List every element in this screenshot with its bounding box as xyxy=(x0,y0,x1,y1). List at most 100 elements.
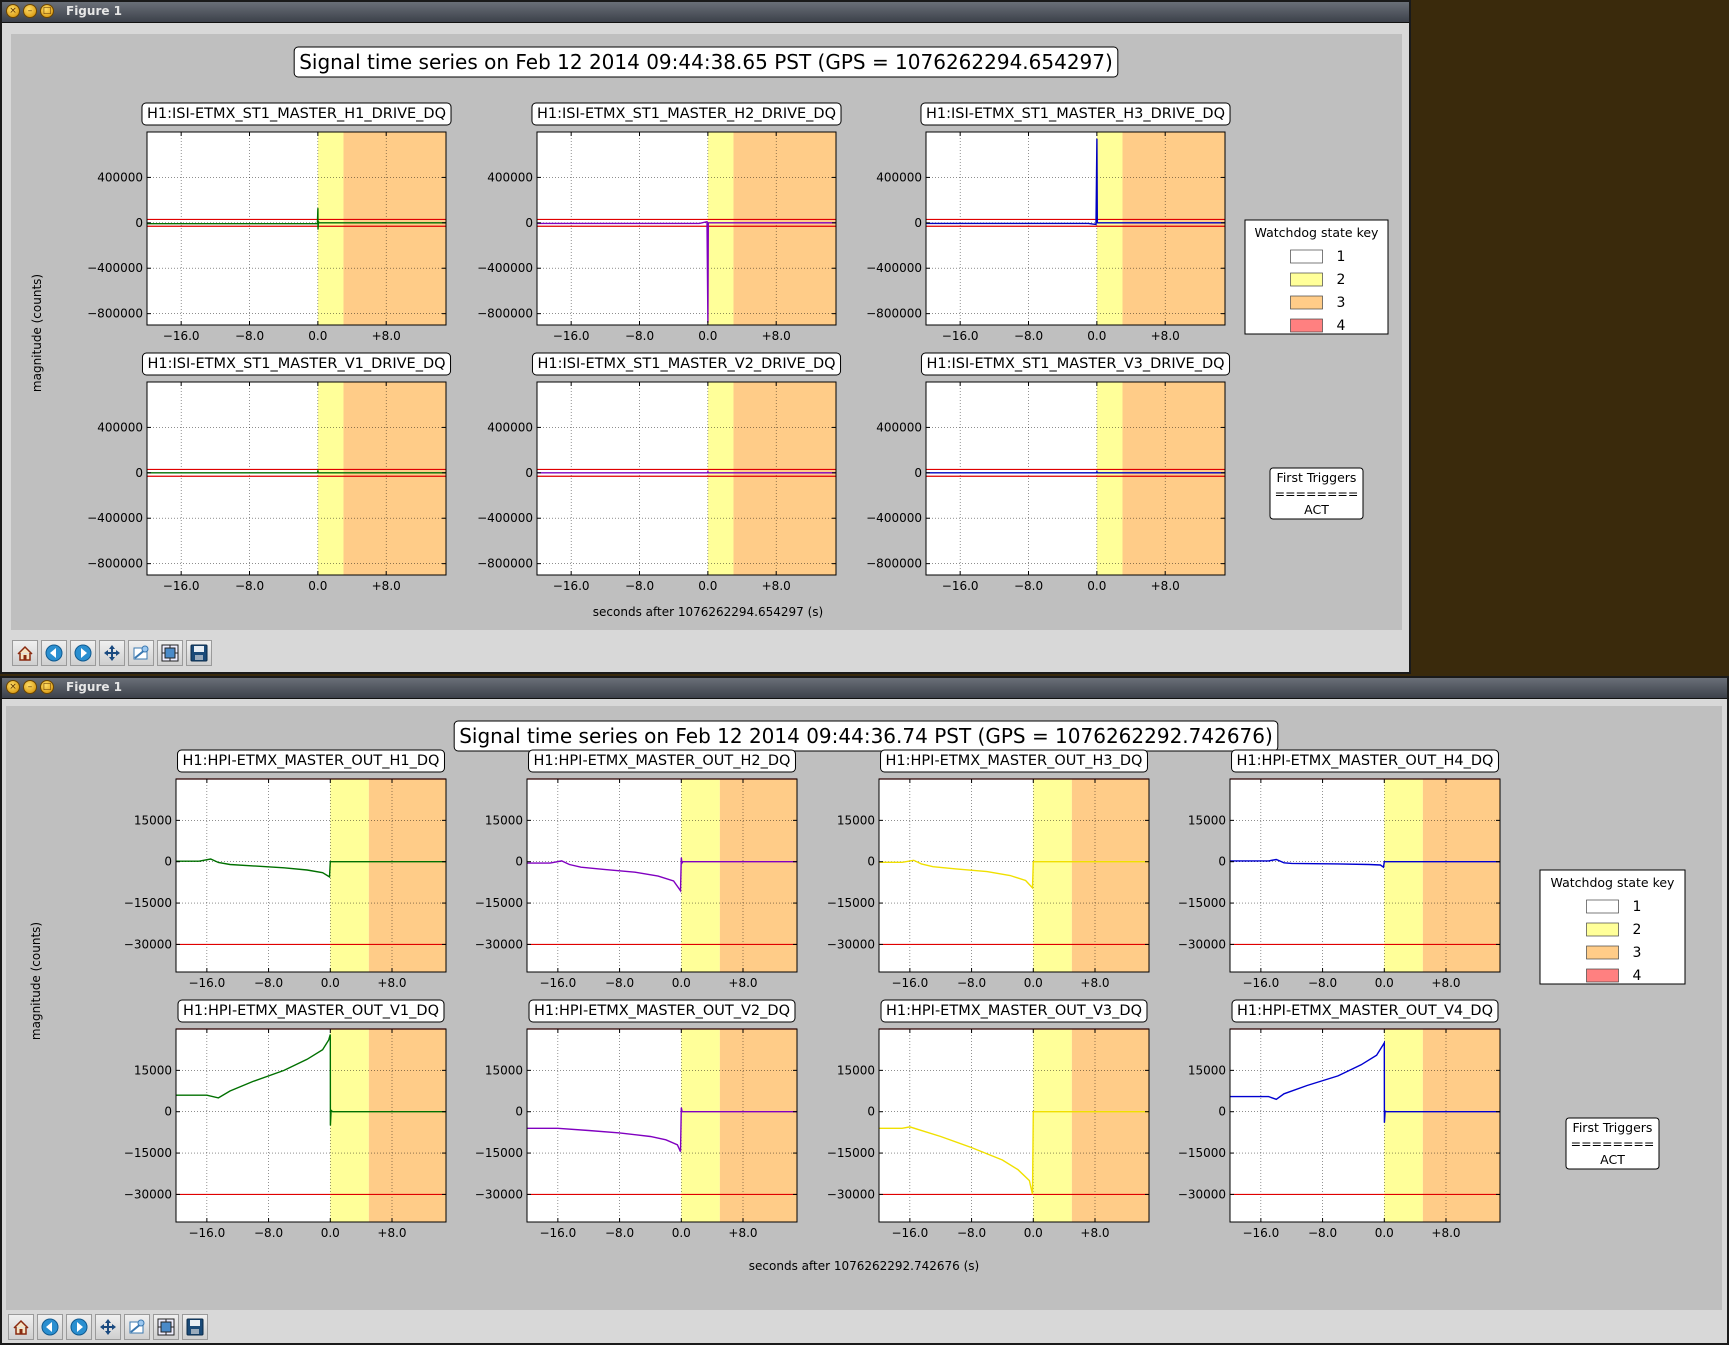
y-tick-label: 0 xyxy=(515,1105,523,1119)
forward-button[interactable] xyxy=(70,640,96,666)
x-tick-label: +8.0 xyxy=(1080,1226,1109,1240)
subplot-title-group: H1:ISI-ETMX_ST1_MASTER_V3_DRIVE_DQ xyxy=(920,352,1231,376)
y-tick-label: 400000 xyxy=(876,420,922,434)
y-tick-label: 15000 xyxy=(837,1063,875,1077)
x-tick-label: −16.0 xyxy=(891,976,928,990)
window-titlebar[interactable]: × – □ Figure 1 xyxy=(2,678,1727,699)
y-tick-label: 0 xyxy=(164,1105,172,1119)
triggers-value: ACT xyxy=(1600,1152,1625,1167)
subplot: −16.0 −8.0 0.0 +8.0 15000 0 −15000 −30000 H1:HPI… xyxy=(827,749,1150,990)
x-tick-label: +8.0 xyxy=(377,976,406,990)
legend-label: 3 xyxy=(1337,295,1346,311)
x-tick-label: 0.0 xyxy=(321,976,340,990)
legend: Watchdog state key 1 2 3 4 xyxy=(1244,219,1389,335)
subplot-title: H1:HPI-ETMX_MASTER_OUT_V2_DQ xyxy=(534,1003,790,1019)
x-tick-label: 0.0 xyxy=(672,976,691,990)
save-button[interactable] xyxy=(182,1314,208,1340)
configure-subplots-button[interactable] xyxy=(157,640,183,666)
y-tick-label: 0 xyxy=(1218,855,1226,869)
minimize-icon[interactable]: – xyxy=(23,680,37,694)
figure-title: Signal time series on Feb 12 2014 09:44:… xyxy=(459,724,1273,748)
y-tick-label: 0 xyxy=(914,216,922,230)
figure-canvas[interactable]: Signal time series on Feb 12 2014 09:44:… xyxy=(11,34,1402,630)
y-tick-label: 0 xyxy=(135,466,143,480)
subplot: −16.0 −8.0 0.0 +8.0 15000 0 −15000 −30000 H1:HPI… xyxy=(124,999,447,1240)
state-band-2 xyxy=(707,382,734,575)
save-button[interactable] xyxy=(186,640,212,666)
y-tick-label: 0 xyxy=(525,466,533,480)
close-icon[interactable]: × xyxy=(6,680,20,694)
figure-window-2: × – □ Figure 1 Signal time series on Feb… xyxy=(0,676,1729,1345)
zoom-button[interactable] xyxy=(128,640,154,666)
x-tick-label: +8.0 xyxy=(1151,579,1180,593)
state-band-2 xyxy=(1096,382,1123,575)
y-tick-label: 15000 xyxy=(837,813,875,827)
back-icon xyxy=(45,644,63,662)
close-icon[interactable]: × xyxy=(6,4,20,18)
y-tick-label: −30000 xyxy=(475,1187,523,1201)
subplot: −16.0 −8.0 0.0 +8.0 400000 0 −400000 −800000 H1:… xyxy=(477,102,842,343)
figure-canvas[interactable]: Signal time series on Feb 12 2014 09:44:… xyxy=(6,706,1722,1310)
subplot-title-group: H1:HPI-ETMX_MASTER_OUT_H2_DQ xyxy=(528,749,796,773)
y-tick-label: 0 xyxy=(1218,1105,1226,1119)
x-axis-label: seconds after 1076262292.742676 (s) xyxy=(749,1259,979,1273)
forward-button[interactable] xyxy=(66,1314,92,1340)
y-tick-label: 15000 xyxy=(134,813,172,827)
y-tick-label: 15000 xyxy=(485,1063,523,1077)
home-button[interactable] xyxy=(12,640,38,666)
y-axis-label: magnitude (counts) xyxy=(30,274,44,392)
maximize-icon[interactable]: □ xyxy=(40,680,54,694)
y-tick-label: −800000 xyxy=(477,307,533,321)
home-button[interactable] xyxy=(8,1314,34,1340)
state-band-2 xyxy=(1096,132,1123,325)
x-tick-label: 0.0 xyxy=(698,329,717,343)
y-tick-label: −800000 xyxy=(866,557,922,571)
y-tick-label: −400000 xyxy=(87,261,143,275)
subplot-title-group: H1:HPI-ETMX_MASTER_OUT_V2_DQ xyxy=(528,999,796,1023)
y-tick-label: −400000 xyxy=(866,261,922,275)
x-tick-label: +8.0 xyxy=(728,976,757,990)
subplot-title-group: H1:HPI-ETMX_MASTER_OUT_V1_DQ xyxy=(177,999,445,1023)
subplot: −16.0 −8.0 0.0 +8.0 15000 0 −15000 −30000 H1:HPI… xyxy=(124,749,447,990)
window-titlebar[interactable]: × – □ Figure 1 xyxy=(2,2,1409,23)
y-tick-label: −15000 xyxy=(827,896,875,910)
back-button[interactable] xyxy=(37,1314,63,1340)
configure-subplots-button[interactable] xyxy=(153,1314,179,1340)
pan-button[interactable] xyxy=(95,1314,121,1340)
state-band-3 xyxy=(733,132,836,325)
x-tick-label: 0.0 xyxy=(308,579,327,593)
subplot-title-group: H1:ISI-ETMX_ST1_MASTER_H1_DRIVE_DQ xyxy=(141,102,452,126)
legend: Watchdog state key 1 2 3 4 xyxy=(1539,869,1686,985)
navigation-toolbar xyxy=(12,640,212,666)
save-icon xyxy=(186,1318,204,1336)
x-tick-label: −8.0 xyxy=(625,329,654,343)
y-tick-label: −400000 xyxy=(87,511,143,525)
triggers-value: ACT xyxy=(1304,502,1329,517)
x-tick-label: +8.0 xyxy=(1080,976,1109,990)
pan-button[interactable] xyxy=(99,640,125,666)
y-tick-label: −800000 xyxy=(87,557,143,571)
back-button[interactable] xyxy=(41,640,67,666)
navigation-toolbar xyxy=(8,1314,208,1340)
maximize-icon[interactable]: □ xyxy=(40,4,54,18)
legend-swatch xyxy=(1586,968,1619,983)
x-tick-label: +8.0 xyxy=(1431,976,1460,990)
subplot: −16.0 −8.0 0.0 +8.0 400000 0 −400000 −800000 H1:… xyxy=(477,352,842,593)
state-band-3 xyxy=(368,1029,446,1222)
x-axis-label: seconds after 1076262294.654297 (s) xyxy=(593,605,823,619)
zoom-button[interactable] xyxy=(124,1314,150,1340)
minimize-icon[interactable]: – xyxy=(23,4,37,18)
legend-swatch xyxy=(1290,272,1323,287)
y-tick-label: −30000 xyxy=(124,1187,172,1201)
state-band-2 xyxy=(317,382,344,575)
subplot-title-group: H1:HPI-ETMX_MASTER_OUT_H4_DQ xyxy=(1231,749,1499,773)
y-tick-label: 15000 xyxy=(1188,1063,1226,1077)
subplot: −16.0 −8.0 0.0 +8.0 15000 0 −15000 −30000 H1:HPI… xyxy=(475,999,798,1240)
x-tick-label: −8.0 xyxy=(625,579,654,593)
y-tick-label: −15000 xyxy=(475,1146,523,1160)
configure-subplots-icon xyxy=(157,1318,175,1336)
subplot-title: H1:ISI-ETMX_ST1_MASTER_V2_DRIVE_DQ xyxy=(537,356,835,372)
y-tick-label: −30000 xyxy=(124,937,172,951)
state-band-2 xyxy=(681,1029,720,1222)
zoom-icon xyxy=(129,1319,145,1334)
